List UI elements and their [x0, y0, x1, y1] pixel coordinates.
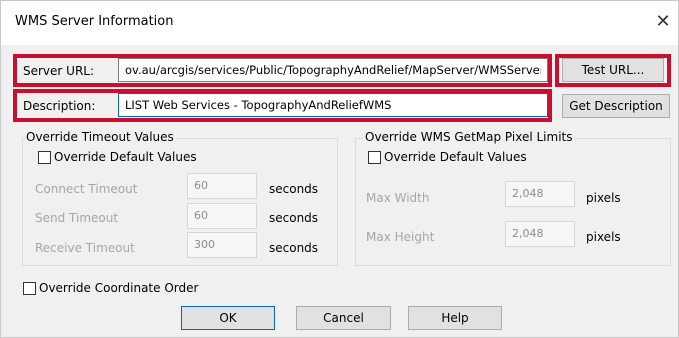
help-button[interactable]: Help — [408, 306, 502, 330]
override-timeout-label: Override Default Values — [54, 150, 197, 164]
send-timeout-label: Send Timeout — [35, 211, 119, 225]
max-height-unit: pixels — [586, 230, 621, 244]
max-height-label: Max Height — [366, 230, 435, 244]
max-width-unit: pixels — [586, 191, 621, 205]
override-pixel-limits-checkbox[interactable] — [368, 151, 381, 164]
max-height-field[interactable]: 2,048 — [505, 221, 575, 247]
max-width-field[interactable]: 2,048 — [505, 181, 575, 207]
description-input[interactable] — [118, 93, 548, 117]
ok-button[interactable]: OK — [181, 306, 275, 330]
connect-timeout-field[interactable]: 60 — [187, 173, 257, 199]
connect-timeout-label: Connect Timeout — [35, 182, 138, 196]
send-timeout-unit: seconds — [269, 211, 319, 225]
timeout-group-title: Override Timeout Values — [24, 130, 176, 144]
override-pixel-limits-label: Override Default Values — [384, 150, 527, 164]
get-description-button[interactable]: Get Description — [562, 94, 670, 118]
cancel-button[interactable]: Cancel — [296, 306, 391, 330]
send-timeout-field[interactable]: 60 — [187, 203, 257, 229]
pixel-limits-group-title: Override WMS GetMap Pixel Limits — [363, 130, 575, 144]
server-url-input[interactable] — [118, 58, 548, 82]
title-bar: WMS Server Information ✕ — [1, 1, 678, 45]
dialog-title: WMS Server Information — [15, 14, 174, 29]
receive-timeout-field[interactable]: 300 — [187, 232, 257, 258]
receive-timeout-label: Receive Timeout — [35, 241, 135, 255]
max-width-label: Max Width — [366, 191, 430, 205]
server-url-label: Server URL: — [23, 64, 95, 78]
wms-server-information-dialog: WMS Server Information ✕ Server URL: Tes… — [0, 0, 679, 338]
test-url-button[interactable]: Test URL... — [562, 58, 664, 82]
connect-timeout-unit: seconds — [269, 182, 319, 196]
override-coordinate-order-label: Override Coordinate Order — [39, 281, 199, 295]
override-timeout-checkbox[interactable] — [38, 151, 51, 164]
receive-timeout-unit: seconds — [269, 241, 319, 255]
override-coordinate-order-checkbox[interactable] — [23, 282, 36, 295]
description-label: Description: — [23, 99, 96, 113]
close-icon[interactable]: ✕ — [649, 7, 677, 37]
